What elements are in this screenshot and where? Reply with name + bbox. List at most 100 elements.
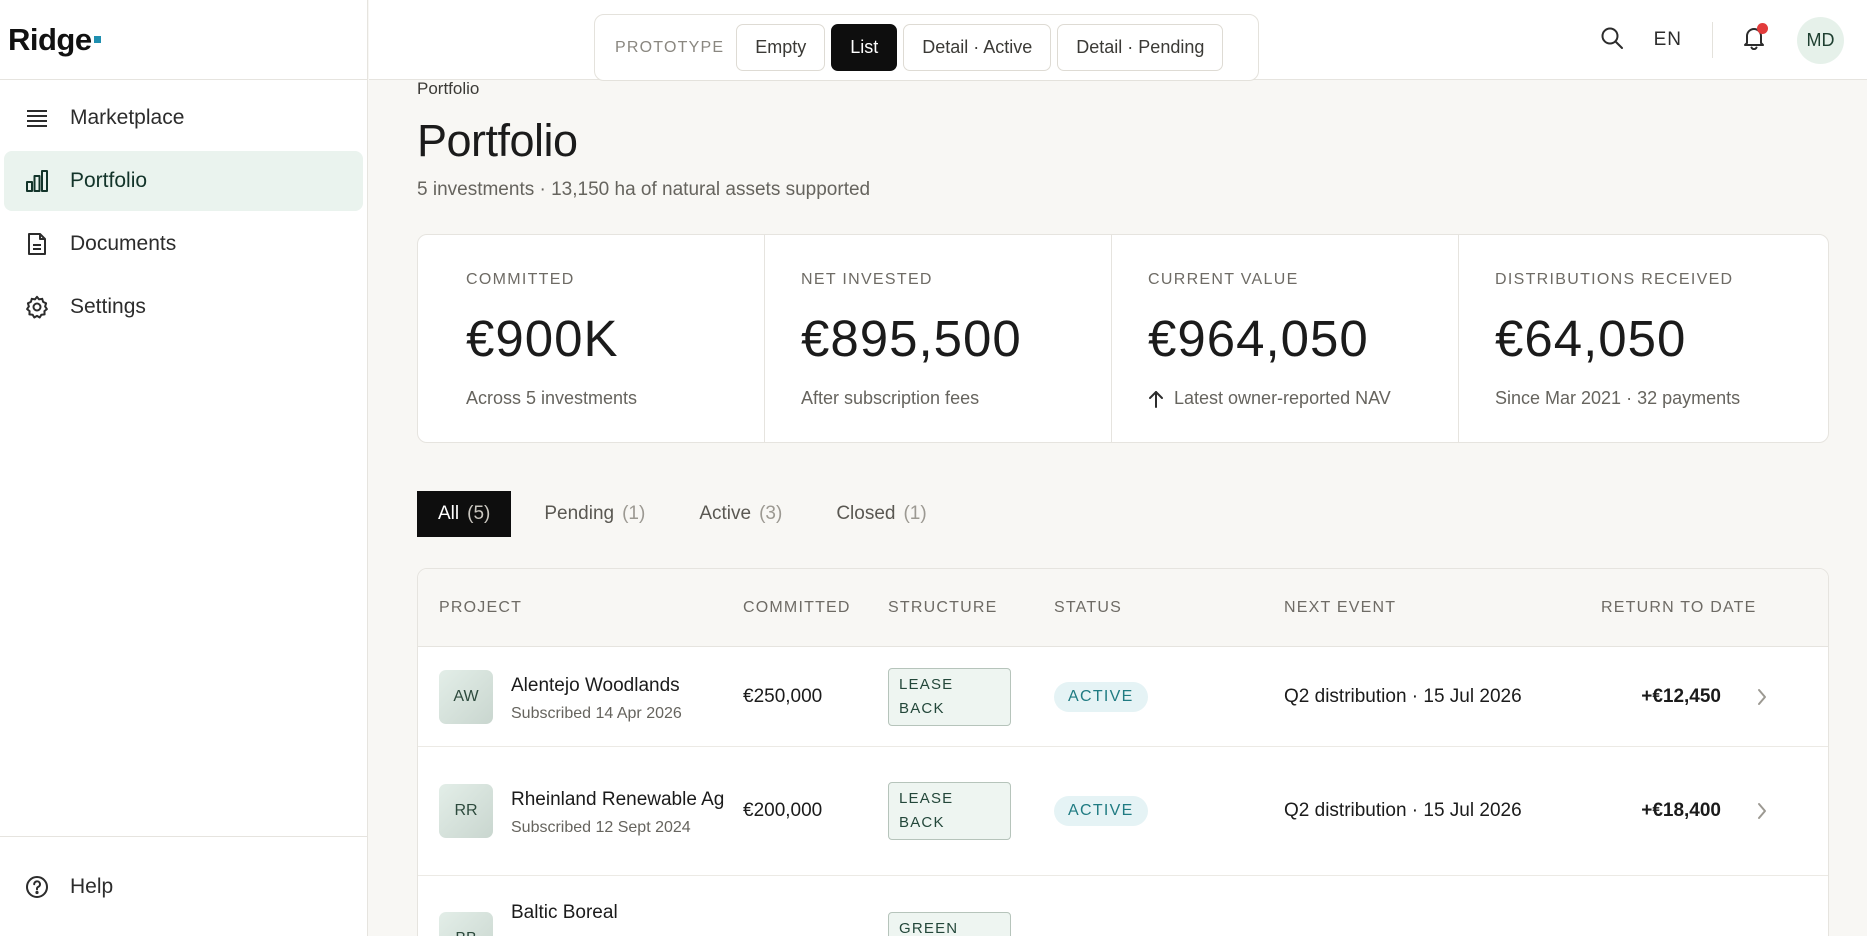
project-cell: BB Baltic Boreal bbox=[418, 898, 743, 936]
project-info: Rheinland Renewable Ag Subscribed 12 Sep… bbox=[511, 785, 731, 837]
project-name: Rheinland Renewable Ag bbox=[511, 789, 725, 810]
column-header-next-event[interactable]: NEXT EVENT bbox=[1284, 599, 1601, 617]
sidebar-item-label: Portfolio bbox=[70, 169, 148, 192]
stat-value: €900K bbox=[466, 310, 619, 367]
help-label: Help bbox=[70, 874, 114, 898]
column-header-committed[interactable]: COMMITTED bbox=[743, 599, 888, 617]
table-row[interactable]: BB Baltic Boreal GREEN bbox=[418, 876, 1828, 936]
investments-table: PROJECT COMMITTED STRUCTURE STATUS NEXT … bbox=[417, 568, 1829, 936]
stat-net-invested: NET INVESTED €895,500 After subscription… bbox=[765, 235, 1112, 442]
column-header-structure[interactable]: STRUCTURE bbox=[888, 599, 1054, 617]
filter-tabs: All (5) Pending (1) Active (3) Closed (1) bbox=[417, 491, 1829, 537]
table-header: PROJECT COMMITTED STRUCTURE STATUS NEXT … bbox=[418, 569, 1828, 647]
sidebar-item-documents[interactable]: Documents bbox=[4, 214, 363, 274]
help-icon bbox=[24, 874, 50, 900]
prototype-list-button[interactable]: List bbox=[831, 24, 898, 71]
project-avatar: BB bbox=[439, 912, 493, 936]
tab-count: (5) bbox=[467, 503, 491, 524]
stat-label: COMMITTED bbox=[466, 271, 575, 288]
top-right-actions: EN MD bbox=[1600, 0, 1867, 80]
sidebar-item-label: Documents bbox=[70, 232, 177, 255]
sidebar-item-label: Marketplace bbox=[70, 106, 185, 129]
stats-panel: COMMITTED €900K Across 5 investments NET… bbox=[417, 234, 1829, 443]
return-to-date: +€18,400 bbox=[1641, 800, 1721, 821]
brand-dot bbox=[93, 36, 101, 43]
tab-count: (1) bbox=[903, 503, 927, 524]
project-avatar: AW bbox=[439, 669, 493, 724]
top-bar: PROTOTYPE Empty List Detail · Active Det… bbox=[369, 0, 1867, 81]
project-info: Alentejo Woodlands Subscribed 14 Apr 202… bbox=[511, 671, 682, 723]
tab-label: Closed bbox=[836, 503, 896, 524]
tab-pending[interactable]: Pending (1) bbox=[523, 491, 666, 537]
stat-value: €64,050 bbox=[1495, 310, 1687, 367]
user-avatar[interactable]: MD bbox=[1797, 16, 1844, 64]
sidebar-nav: Marketplace Portfolio Documents Settings bbox=[0, 80, 367, 348]
next-event: Q2 distribution · 15 Jul 2026 bbox=[1284, 685, 1522, 707]
structure-badge: LEASE BACK bbox=[888, 782, 1011, 840]
list-icon bbox=[24, 105, 50, 131]
notifications-bell-icon[interactable] bbox=[1743, 22, 1768, 55]
status-cell: ACTIVE bbox=[1054, 796, 1284, 826]
arrow-up-icon bbox=[1149, 390, 1163, 408]
stat-label: NET INVESTED bbox=[801, 271, 933, 288]
prototype-detail-active-button[interactable]: Detail · Active bbox=[903, 24, 1052, 71]
tab-count: (3) bbox=[759, 503, 783, 524]
help-link[interactable]: Help bbox=[0, 836, 367, 936]
stat-note: Across 5 investments bbox=[466, 388, 638, 408]
project-name: Alentejo Woodlands bbox=[511, 674, 680, 696]
search-icon[interactable] bbox=[1600, 26, 1624, 55]
return-to-date: +€12,450 bbox=[1641, 685, 1721, 707]
project-cell: AW Alentejo Woodlands Subscribed 14 Apr … bbox=[418, 669, 743, 724]
status-cell: ACTIVE bbox=[1054, 681, 1284, 712]
stat-current-value: CURRENT VALUE €964,050 Latest owner-repo… bbox=[1112, 235, 1459, 442]
stat-label: DISTRIBUTIONS RECEIVED bbox=[1495, 271, 1734, 288]
prototype-label: PROTOTYPE bbox=[615, 38, 725, 56]
prototype-detail-pending-button[interactable]: Detail · Pending bbox=[1057, 24, 1224, 71]
tab-closed[interactable]: Closed (1) bbox=[815, 491, 947, 537]
table-row[interactable]: AW Alentejo Woodlands Subscribed 14 Apr … bbox=[418, 647, 1828, 747]
tab-label: Active bbox=[699, 503, 752, 524]
stat-label: CURRENT VALUE bbox=[1148, 271, 1299, 288]
tab-all[interactable]: All (5) bbox=[417, 491, 512, 537]
committed-amount: €200,000 bbox=[743, 800, 823, 821]
sidebar-item-settings[interactable]: Settings bbox=[4, 277, 363, 337]
bar-chart-icon bbox=[24, 168, 50, 194]
stat-note: Since Mar 2021 · 32 payments bbox=[1495, 388, 1741, 408]
sidebar-item-marketplace[interactable]: Marketplace bbox=[4, 88, 363, 148]
project-cell: RR Rheinland Renewable Ag Subscribed 12 … bbox=[418, 784, 743, 838]
prototype-switcher: PROTOTYPE Empty List Detail · Active Det… bbox=[594, 14, 1259, 81]
prototype-empty-button[interactable]: Empty bbox=[736, 24, 826, 71]
column-header-status[interactable]: STATUS bbox=[1054, 599, 1284, 617]
sidebar-item-label: Settings bbox=[70, 295, 146, 318]
page-subtitle: 5 investments · 13,150 ha of natural ass… bbox=[417, 179, 871, 200]
project-subscribed-date: Subscribed 12 Sept 2024 bbox=[511, 819, 691, 836]
status-badge: ACTIVE bbox=[1054, 796, 1148, 826]
notification-dot bbox=[1757, 22, 1768, 34]
table-row[interactable]: RR Rheinland Renewable Ag Subscribed 12 … bbox=[418, 747, 1828, 876]
tab-count: (1) bbox=[622, 503, 646, 524]
stat-value: €895,500 bbox=[801, 310, 1022, 367]
stat-note: Latest owner-reported NAV bbox=[1174, 388, 1391, 408]
main-content: Portfolio Portfolio 5 investments · 13,1… bbox=[417, 79, 1829, 936]
column-header-project[interactable]: PROJECT bbox=[418, 599, 743, 617]
project-avatar: RR bbox=[439, 784, 493, 838]
structure-cell: LEASE BACK bbox=[888, 667, 1054, 726]
status-badge: ACTIVE bbox=[1054, 681, 1148, 712]
structure-cell: LEASE BACK bbox=[888, 782, 1054, 840]
language-selector[interactable]: EN bbox=[1654, 29, 1682, 51]
column-header-return-to-date[interactable]: RETURN TO DATE bbox=[1601, 596, 1781, 619]
breadcrumb[interactable]: Portfolio bbox=[417, 79, 1829, 99]
brand-logo[interactable]: Ridge bbox=[0, 0, 367, 80]
sidebar-item-portfolio[interactable]: Portfolio bbox=[4, 151, 363, 211]
chevron-right-icon[interactable] bbox=[1721, 688, 1803, 706]
tab-active[interactable]: Active (3) bbox=[678, 491, 803, 537]
project-subscribed-date: Subscribed 14 Apr 2026 bbox=[511, 704, 682, 722]
stat-note: After subscription fees bbox=[801, 388, 980, 408]
document-icon bbox=[24, 231, 50, 257]
project-name: Baltic Boreal bbox=[511, 902, 618, 923]
structure-badge: LEASE BACK bbox=[888, 667, 1011, 726]
project-info: Baltic Boreal bbox=[511, 898, 618, 927]
chevron-right-icon[interactable] bbox=[1721, 802, 1803, 820]
gear-icon bbox=[24, 294, 50, 320]
stat-value: €964,050 bbox=[1148, 310, 1369, 367]
